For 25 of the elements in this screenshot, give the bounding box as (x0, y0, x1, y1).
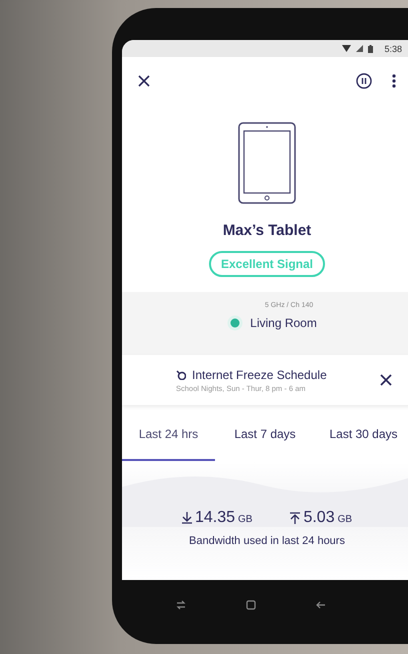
upload-value: 5.03 (303, 509, 335, 527)
back-arrow-icon[interactable] (316, 600, 326, 610)
tablet-icon (238, 122, 296, 204)
home-icon[interactable] (246, 600, 256, 610)
node-name: Living Room (250, 316, 317, 330)
device-name: Max’s Tablet (222, 222, 312, 239)
pause-icon[interactable] (356, 73, 372, 89)
close-icon[interactable] (380, 374, 392, 386)
range-tab[interactable]: Last 7 days (215, 409, 315, 461)
upload-unit: GB (338, 514, 352, 525)
more-options-icon[interactable] (392, 74, 396, 88)
battery-icon (368, 44, 374, 52)
close-icon[interactable] (138, 75, 150, 87)
signal-icon (356, 45, 364, 52)
range-tab[interactable]: Last 30 days (315, 409, 408, 461)
signal-badge: Excellent Signal (208, 251, 326, 277)
download-value: 14.35 (194, 509, 235, 527)
wifi-icon (342, 45, 352, 52)
download-arrow-icon (182, 512, 192, 524)
recent-apps-icon[interactable] (176, 600, 186, 610)
upload-arrow-icon (290, 512, 300, 524)
download-unit: GB (238, 514, 252, 525)
schedule-title: Internet Freeze Schedule (192, 368, 327, 382)
bandwidth-caption: Bandwidth used in last 24 hours (189, 535, 345, 547)
status-time: 5:38 (384, 44, 402, 54)
